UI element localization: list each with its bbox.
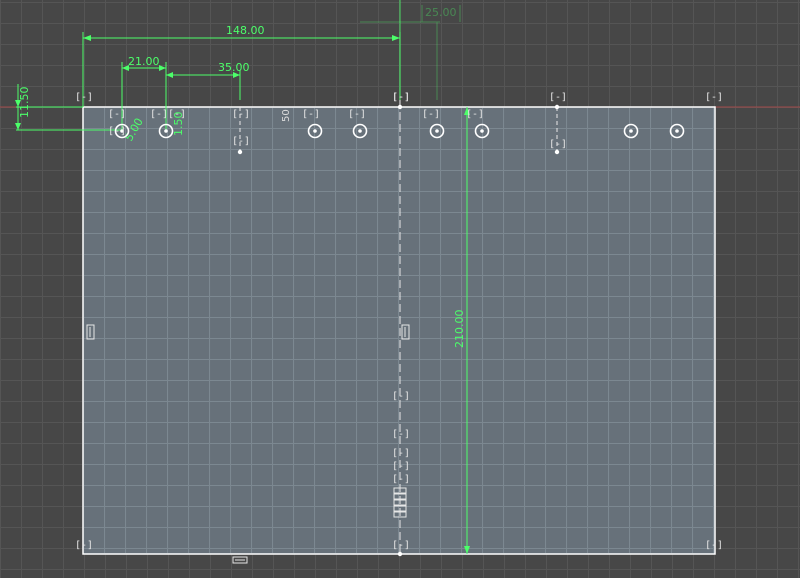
- coincident-constraint-icon[interactable]: [-]: [392, 448, 410, 459]
- coincident-constraint-icon[interactable]: [-]: [705, 92, 723, 103]
- sketch-point[interactable]: [554, 149, 560, 155]
- dimension-overall-width-text[interactable]: 148.00: [226, 24, 265, 37]
- coincident-constraint-icon[interactable]: [-]: [392, 461, 410, 472]
- horizontal-constraint-icon[interactable]: [232, 556, 248, 564]
- coincident-constraint-icon[interactable]: [-]: [302, 109, 320, 120]
- dimension-hole-pitch-text[interactable]: 21.00: [128, 55, 160, 68]
- coincident-constraint-icon[interactable]: [-]: [75, 540, 93, 551]
- dimension-hole-offset-text[interactable]: 35.00: [218, 61, 250, 74]
- coincident-constraint-icon[interactable]: [-]: [168, 109, 186, 120]
- coincident-constraint-icon[interactable]: [-]: [392, 92, 410, 103]
- dimension-faded-top[interactable]: 25.00: [360, 5, 461, 100]
- coincident-constraint-icon[interactable]: [-]: [392, 540, 410, 551]
- dimension-faded-top-text[interactable]: 25.00: [425, 6, 457, 19]
- coincident-constraint-icon[interactable]: [-]: [348, 109, 366, 120]
- sketch-canvas[interactable]: 148.00 21.00 35.00 11.50 210.00 25.00 5.…: [0, 0, 800, 578]
- coincident-constraint-icon[interactable]: [-]: [108, 109, 126, 120]
- coincident-constraint-icon[interactable]: [-]: [75, 92, 93, 103]
- sketch-point[interactable]: [397, 551, 403, 557]
- sketch-point[interactable]: [237, 149, 243, 155]
- coincident-constraint-icon[interactable]: [-]: [232, 109, 250, 120]
- sketch-point[interactable]: [554, 104, 560, 110]
- coincident-constraint-icon[interactable]: [-]: [422, 109, 440, 120]
- coincident-constraint-icon[interactable]: [-]: [150, 109, 168, 120]
- coincident-constraint-icon[interactable]: [-]: [466, 109, 484, 120]
- coincident-constraint-icon[interactable]: [-]: [392, 474, 410, 485]
- coincident-constraint-icon[interactable]: [-]: [549, 139, 567, 150]
- coincident-constraint-icon[interactable]: [-]: [549, 92, 567, 103]
- coincident-constraint-icon[interactable]: [-]: [392, 391, 410, 402]
- coincident-constraint-icon[interactable]: [-]: [232, 136, 250, 147]
- coincident-constraint-icon[interactable]: [-]: [108, 126, 126, 137]
- sketch-point[interactable]: [397, 104, 403, 110]
- coincident-constraint-icon[interactable]: [-]: [392, 429, 410, 440]
- coincident-constraint-icon[interactable]: [-]: [705, 540, 723, 551]
- dimension-mid-small-text[interactable]: 50: [281, 109, 292, 122]
- dimension-edge-offset-text[interactable]: 11.50: [18, 87, 31, 119]
- dimension-height-text[interactable]: 210.00: [453, 310, 466, 349]
- dimension-hole-offset[interactable]: 35.00: [166, 61, 250, 100]
